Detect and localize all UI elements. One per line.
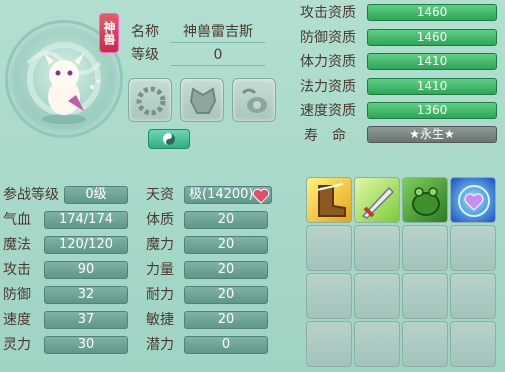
armor-icon (189, 87, 217, 114)
speed-aptitude-value: 1360 (367, 102, 497, 119)
yinyang-button[interactable] (148, 129, 190, 149)
speed-label: 速度 (3, 312, 31, 328)
equip-slot-bell[interactable] (232, 78, 276, 122)
spirit-label: 灵力 (3, 337, 31, 353)
speed-aptitude-label: 速度资质 (300, 103, 356, 119)
mp-label: 魔法 (3, 237, 31, 253)
name-row: 名称 神兽雷吉斯 (0, 21, 280, 43)
skill-slot-2[interactable] (354, 177, 400, 223)
skill-slot-empty[interactable] (354, 273, 400, 319)
skill-grid (306, 177, 498, 367)
level-row: 等级 0 (0, 44, 280, 66)
skill-slot-empty[interactable] (354, 225, 400, 271)
skill-slot-empty[interactable] (450, 225, 496, 271)
pet-name: 神兽雷吉斯 (171, 21, 265, 43)
stamina-aptitude-value: 1410 (367, 53, 497, 70)
defense-value: 32 (44, 286, 128, 304)
frog-skill-icon (412, 187, 440, 216)
defense-aptitude-label: 防御资质 (300, 30, 356, 46)
skill-slot-empty[interactable] (306, 225, 352, 271)
hp-value: 174/174 (44, 211, 128, 229)
skill-slot-empty[interactable] (402, 321, 448, 367)
skill-slot-1[interactable] (306, 177, 352, 223)
skill-slot-empty[interactable] (450, 273, 496, 319)
spirit-value: 30 (44, 336, 128, 354)
heart-shield-skill-icon (458, 185, 490, 217)
magic-power-value: 20 (184, 236, 268, 254)
speed-value: 37 (44, 311, 128, 329)
sword-skill-icon (361, 186, 395, 219)
strength-value: 20 (184, 261, 268, 279)
magic-aptitude-label: 法力资质 (300, 79, 356, 95)
agility-value: 20 (184, 311, 268, 329)
pet-level: 0 (171, 44, 265, 66)
battle-level-label: 参战等级 (3, 187, 59, 203)
mp-value: 120/120 (44, 236, 128, 254)
attack-aptitude-label: 攻击资质 (300, 5, 356, 21)
agility-label: 敏捷 (146, 312, 174, 328)
attack-aptitude-value: 1460 (367, 4, 497, 21)
bell-icon (241, 88, 267, 113)
stamina-aptitude-label: 体力资质 (300, 54, 356, 70)
potential-value: 0 (184, 336, 268, 354)
attack-value: 90 (44, 261, 128, 279)
heart-icon (252, 188, 270, 204)
life-label: 寿 命 (304, 128, 346, 144)
strength-label: 力量 (146, 262, 174, 278)
magic-aptitude-value: 1410 (367, 78, 497, 95)
collar-icon (136, 86, 166, 116)
attack-label: 攻击 (3, 262, 31, 278)
skill-slot-empty[interactable] (450, 321, 496, 367)
equip-slot-armor[interactable] (180, 78, 224, 122)
life-value: ★永生★ (367, 126, 497, 143)
yinyang-icon (163, 133, 175, 145)
endurance-label: 耐力 (146, 287, 174, 303)
magic-power-label: 魔力 (146, 237, 174, 253)
skill-slot-empty[interactable] (306, 273, 352, 319)
defense-label: 防御 (3, 287, 31, 303)
skill-slot-empty[interactable] (402, 225, 448, 271)
talent-label: 天资 (146, 187, 174, 203)
hp-label: 气血 (3, 212, 31, 228)
equip-slot-collar[interactable] (128, 78, 172, 122)
skill-slot-empty[interactable] (306, 321, 352, 367)
constitution-value: 20 (184, 211, 268, 229)
endurance-value: 20 (184, 286, 268, 304)
defense-aptitude-value: 1460 (367, 29, 497, 46)
constitution-label: 体质 (146, 212, 174, 228)
skill-slot-4[interactable] (450, 177, 496, 223)
battle-level-value: 0级 (64, 186, 128, 204)
skill-slot-3[interactable] (402, 177, 448, 223)
skill-slot-empty[interactable] (354, 321, 400, 367)
boot-skill-icon (316, 183, 346, 217)
potential-label: 潜力 (146, 337, 174, 353)
skill-slot-empty[interactable] (402, 273, 448, 319)
